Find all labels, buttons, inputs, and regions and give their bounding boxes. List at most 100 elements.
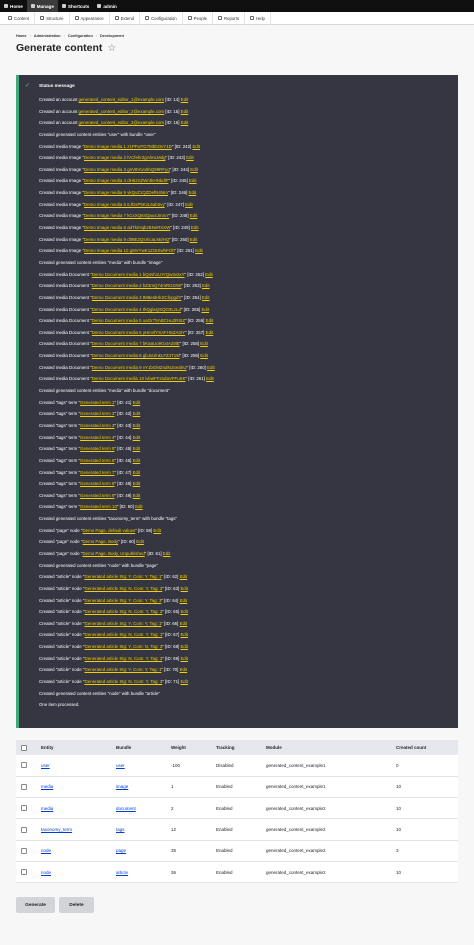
entity-link[interactable]: user [41, 763, 50, 768]
edit-link[interactable]: Edit [133, 493, 141, 498]
message-link[interactable]: Demo Document media 4 thQglaQSQO3LzLd [92, 307, 181, 312]
edit-link[interactable]: Edit [202, 307, 210, 312]
edit-link[interactable]: Edit [206, 376, 214, 381]
entity-link[interactable]: media [41, 784, 53, 789]
edit-link[interactable]: Edit [181, 120, 189, 125]
row-checkbox[interactable] [21, 869, 27, 876]
message-link[interactable]: Demo Document media 1 bQ4vh1UYrQw3v2xY [92, 272, 185, 277]
message-link[interactable]: Demo Image media 5 vkQvZ1QZDefN4Nro [84, 190, 168, 195]
message-link[interactable]: Generated article Stg: Y, Com: Y, Tag: 1 [84, 621, 161, 626]
breadcrumb-administration[interactable]: Administration [34, 34, 61, 38]
message-link[interactable]: Demo Document media 5 uaOr7SABCHu2RSIZ [92, 318, 185, 323]
message-link[interactable]: Generated article Stg: Y, Com: N, Tag: 3 [84, 644, 162, 649]
message-link[interactable]: Generated term 6 [80, 458, 114, 463]
toolbar-home[interactable]: Home [0, 0, 27, 12]
edit-link[interactable]: Edit [133, 470, 141, 475]
edit-link[interactable]: Edit [180, 632, 188, 637]
edit-link[interactable]: Edit [200, 353, 208, 358]
toolbar-manage[interactable]: Manage [26, 0, 58, 12]
message-link[interactable]: Generated term 10 [80, 504, 117, 509]
edit-link[interactable]: Edit [180, 598, 188, 603]
edit-link[interactable]: Edit [206, 330, 214, 335]
row-checkbox[interactable] [21, 762, 27, 769]
message-link[interactable]: Demo Image media 7 kCxXQ64Qau4JmrxY [84, 213, 169, 218]
message-link[interactable]: Generated article Stg: Y, Com: Y, Tag: 1 [84, 667, 161, 672]
message-link[interactable]: Demo Image media 1 z1PFwTG7MbbOvY1D [84, 144, 172, 149]
message-link[interactable]: Generated article Stg: N, Com: Y, Tag: 3 [84, 679, 162, 684]
bundle-link[interactable]: page [116, 848, 126, 853]
edit-link[interactable]: Edit [189, 178, 197, 183]
breadcrumb-configuration[interactable]: Configuration [68, 34, 93, 38]
message-link[interactable]: Demo Image media 8 adTkrHqbzBNeRXXW [84, 225, 170, 230]
tray-item-structure[interactable]: Structure [35, 11, 70, 25]
message-link[interactable]: Generated article Stg: N, Com: Y, Tag: 1 [84, 632, 162, 637]
edit-link[interactable]: Edit [207, 365, 215, 370]
message-link[interactable]: Generated term 4 [80, 435, 114, 440]
edit-link[interactable]: Edit [206, 318, 214, 323]
generate-button[interactable]: Generate [16, 897, 55, 913]
edit-link[interactable]: Edit [190, 213, 198, 218]
tray-item-help[interactable]: Help [245, 11, 271, 25]
message-link[interactable]: Demo Document media 6 yHmvfYSAFHSZA3IY [92, 330, 185, 335]
edit-link[interactable]: Edit [180, 679, 188, 684]
tray-item-configuration[interactable]: Configuration [140, 11, 183, 25]
message-link[interactable]: Demo Document media 7 bKaaUo9GxtA28lE [92, 341, 180, 346]
message-link[interactable]: Generated term 8 [80, 481, 114, 486]
message-link[interactable]: Generated term 7 [80, 470, 114, 475]
tray-item-people[interactable]: People [183, 11, 214, 25]
edit-link[interactable]: Edit [190, 237, 198, 242]
edit-link[interactable]: Edit [202, 283, 210, 288]
message-link[interactable]: Demo Document media 2 bZ3mQ74mRGGWI [92, 283, 182, 288]
breadcrumb-development[interactable]: Development [100, 34, 124, 38]
message-link[interactable]: generated_content_editor_1@example.com [79, 97, 165, 102]
tray-item-appearance[interactable]: Appearance [70, 11, 110, 25]
edit-link[interactable]: Edit [186, 155, 194, 160]
edit-link[interactable]: Edit [133, 400, 141, 405]
message-link[interactable]: Generated article Stg: Y, Com: Y, Tag: 1 [84, 574, 161, 579]
edit-link[interactable]: Edit [133, 458, 141, 463]
row-checkbox[interactable] [21, 847, 27, 854]
delete-button[interactable]: Delete [59, 897, 94, 913]
edit-link[interactable]: Edit [181, 109, 189, 114]
message-link[interactable]: Demo Image media 6 ILfDsP5KzL6ab0vy [84, 202, 165, 207]
edit-link[interactable]: Edit [195, 248, 203, 253]
bundle-link[interactable]: article [116, 870, 128, 875]
edit-link[interactable]: Edit [153, 528, 161, 533]
edit-link[interactable]: Edit [133, 423, 141, 428]
message-link[interactable]: generated_content_editor_3@example.com [79, 120, 165, 125]
message-link[interactable]: Generated term 9 [80, 493, 114, 498]
edit-link[interactable]: Edit [163, 551, 171, 556]
edit-link[interactable]: Edit [190, 167, 198, 172]
entity-link[interactable]: node [41, 848, 51, 853]
edit-link[interactable]: Edit [180, 621, 188, 626]
tray-item-extend[interactable]: Extend [110, 11, 141, 25]
message-link[interactable]: Generated article Stg: N, Com: Y, Tag: 3 [84, 656, 162, 661]
message-link[interactable]: Generated article Stg: N, Com: Y, Tag: 3 [84, 586, 162, 591]
edit-link[interactable]: Edit [180, 609, 188, 614]
row-checkbox[interactable] [21, 783, 27, 790]
message-link[interactable]: Demo Page, default values [83, 528, 136, 533]
select-all-checkbox[interactable] [21, 744, 27, 751]
bundle-link[interactable]: tags [116, 827, 125, 832]
star-icon[interactable]: ☆ [107, 43, 116, 54]
edit-link[interactable]: Edit [180, 656, 188, 661]
message-link[interactable]: generated_content_editor_2@example.com [79, 109, 165, 114]
edit-link[interactable]: Edit [192, 144, 200, 149]
entity-link[interactable]: node [41, 870, 51, 875]
edit-link[interactable]: Edit [135, 504, 143, 509]
row-checkbox[interactable] [21, 826, 27, 833]
tray-item-content[interactable]: Content [3, 11, 36, 25]
message-link[interactable]: Demo Document media 9 vY1bGMZndNJcwSkU [92, 365, 187, 370]
edit-link[interactable]: Edit [180, 667, 188, 672]
edit-link[interactable]: Edit [200, 341, 208, 346]
entity-link[interactable]: media [41, 806, 53, 811]
edit-link[interactable]: Edit [202, 295, 210, 300]
breadcrumb-home[interactable]: Home [16, 34, 27, 38]
message-link[interactable]: Demo Image media 9 dIt8E2QsXicaLMdHQ [84, 237, 169, 242]
edit-link[interactable]: Edit [205, 272, 213, 277]
edit-link[interactable]: Edit [191, 225, 199, 230]
message-link[interactable]: Demo Page, Body, Unpublished [83, 551, 145, 556]
edit-link[interactable]: Edit [189, 190, 197, 195]
edit-link[interactable]: Edit [180, 586, 188, 591]
edit-link[interactable]: Edit [181, 97, 189, 102]
